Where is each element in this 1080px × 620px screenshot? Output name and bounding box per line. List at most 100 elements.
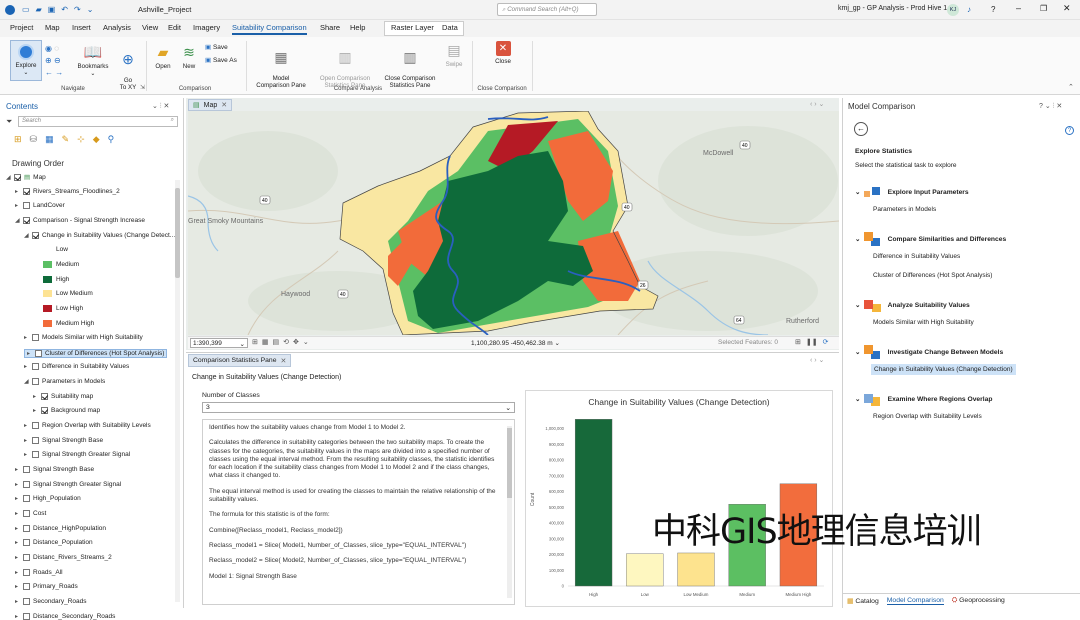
model-comparison-pane-button[interactable]: ▦ Model Comparison Pane [252,41,310,90]
visibility-checkbox[interactable] [32,378,39,386]
expand-icon[interactable]: ▸ [24,422,32,429]
redo-icon[interactable]: ↷ [74,5,81,14]
visibility-checkbox[interactable] [32,451,39,459]
visibility-checkbox[interactable] [23,583,30,591]
menu-project[interactable]: Project [10,23,33,32]
command-search[interactable]: ⌕ Command Search (Alt+Q) [497,3,597,16]
expand-icon[interactable]: ▸ [15,569,23,576]
layer-row[interactable]: ▸ Signal Strength Base [15,466,94,473]
layer-row[interactable]: ▸ Models Similar with High Suitability [24,334,143,342]
group-analyze-suitability[interactable]: ⌄ Analyze Suitability Values [855,298,970,312]
tab-scroll-icon[interactable]: ‹ › ⌄ [810,356,824,364]
expand-icon[interactable]: ▸ [24,363,32,370]
item-models-similar[interactable]: Models Similar with High Suitability [873,319,974,326]
layer-row[interactable]: ▸ Cost [15,509,46,517]
list-by-source-icon[interactable]: ⛁ [30,134,38,145]
save-icon[interactable]: ▣ [48,5,56,14]
customize-icon[interactable]: ⌄ [87,5,94,14]
layer-row[interactable]: ▸ Suitability map [33,392,93,400]
list-by-editing-icon[interactable]: ✎ [62,134,70,145]
list-by-snapping-icon[interactable]: ⊹ [77,134,85,145]
layer-row[interactable]: ▸ Secondary_Roads [15,597,86,605]
layer-row[interactable]: ▸ Roads_All [15,568,63,576]
menu-insert[interactable]: Insert [72,23,91,32]
expand-icon[interactable]: ▸ [15,583,23,590]
table-icon[interactable]: ▤ [273,338,280,346]
item-region-overlap[interactable]: Region Overlap with Suitability Levels [873,413,982,420]
layout-icon[interactable]: ▦ [262,338,269,346]
expand-icon[interactable]: ▸ [33,393,41,400]
menu-share[interactable]: Share [320,23,340,32]
visibility-checkbox[interactable] [23,553,30,561]
tab-catalog[interactable]: ▦ Catalog [847,597,879,605]
tab-model-comparison[interactable]: Model Comparison [886,597,944,605]
zoom-in-icon[interactable]: ⊕ [45,56,52,65]
expand-icon[interactable]: ▸ [15,495,23,502]
scroll-thumb[interactable] [175,188,180,278]
collapse-ribbon-icon[interactable]: ⌃ [1068,83,1074,91]
description-scrollbar[interactable] [507,426,512,598]
zoom-out-icon[interactable]: ⊖ [54,56,61,65]
list-by-perspective-icon[interactable]: ⚲ [108,134,115,145]
layer-row[interactable]: ▸ Distance_HighPopulation [15,524,106,532]
visibility-checkbox[interactable] [32,363,39,371]
close-tab-icon[interactable]: ✕ [221,101,227,109]
minimize-icon[interactable]: – [1016,3,1021,13]
visibility-checkbox[interactable] [23,466,30,473]
layer-row[interactable]: ▸ Rivers_Streams_Floodlines_2 [15,187,120,195]
visibility-checkbox[interactable] [23,568,30,576]
layer-row[interactable]: ▸ Region Overlap with Suitability Levels [24,422,151,430]
group-launcher-icon[interactable]: ⇲ [140,84,145,91]
fixed-zoom-icon[interactable]: ◌ [54,44,59,53]
expand-icon[interactable]: ▸ [15,466,23,473]
bookmarks-button[interactable]: 📖 Bookmarks ⌄ [76,43,110,78]
filter-icon[interactable]: ⏷ [6,117,12,127]
item-parameters-in-models[interactable]: Parameters in Models [873,206,936,213]
visibility-checkbox[interactable] [23,202,30,210]
back-icon[interactable]: ← [45,68,53,77]
collapse-icon[interactable]: ◢ [24,232,32,239]
visibility-checkbox[interactable] [32,422,39,430]
visibility-checkbox[interactable] [23,187,30,195]
collapse-icon[interactable]: ◢ [6,174,14,181]
item-difference-in-suitability[interactable]: Difference in Suitability Values [873,253,960,260]
expand-icon[interactable]: ▸ [15,188,23,195]
menu-view[interactable]: View [142,23,158,32]
full-extent-icon[interactable]: ◉ [45,44,52,53]
visibility-checkbox[interactable] [23,509,30,517]
menu-raster-layer[interactable]: Raster Layer [391,23,434,32]
help-icon[interactable]: ? [1065,126,1074,135]
item-cluster-of-differences[interactable]: Cluster of Differences (Hot Spot Analysi… [873,272,992,279]
statistics-pane-tab[interactable]: Comparison Statistics Pane ✕ [188,354,292,367]
save-button[interactable]: ▣ Save [205,43,228,51]
scroll-thumb[interactable] [507,428,512,498]
expand-icon[interactable]: ▸ [15,481,23,488]
visibility-checkbox[interactable] [23,524,30,532]
help-icon[interactable]: ? [991,5,995,14]
visibility-checkbox[interactable] [23,539,30,547]
layer-row[interactable]: ▸ Difference in Suitability Values [24,363,129,371]
restore-icon[interactable]: ❐ [1040,4,1047,13]
layer-row[interactable]: ◢ Parameters in Models [24,378,105,386]
new-button[interactable]: ≋ New [178,43,200,71]
map-tab[interactable]: ▤ Map ✕ [188,99,233,111]
contents-scrollbar[interactable] [175,180,180,602]
layer-row[interactable]: ◢ Change in Suitability Values (Change De… [24,231,175,239]
pane-options-icon[interactable]: ? ⌄ ⫶ ✕ [1039,102,1062,111]
visibility-checkbox[interactable] [35,349,42,357]
dropdown-icon[interactable]: ⌄ [303,338,309,346]
layer-row[interactable]: ◢ ▤ Map [6,173,46,181]
group-examine-overlap[interactable]: ⌄ Examine Where Regions Overlap [855,392,992,406]
go-to-xy-button[interactable]: ⊕ Go To XY [115,43,141,92]
forward-icon[interactable]: → [55,68,63,77]
open-folder-icon[interactable]: ▰ [36,5,42,14]
refresh-icon[interactable]: ⟳ [823,338,829,346]
menu-imagery[interactable]: Imagery [193,23,220,32]
layer-row[interactable]: ▸ Signal Strength Greater Signal [15,480,121,488]
open-button[interactable]: ▰ Open [152,43,174,71]
expand-icon[interactable]: ▸ [24,451,32,458]
pause-icon[interactable]: ❚❚ [806,338,818,346]
close-tab-icon[interactable]: ✕ [281,357,287,365]
visibility-checkbox[interactable] [23,597,30,605]
layer-row[interactable]: ▸ Distance_Population [15,539,93,547]
